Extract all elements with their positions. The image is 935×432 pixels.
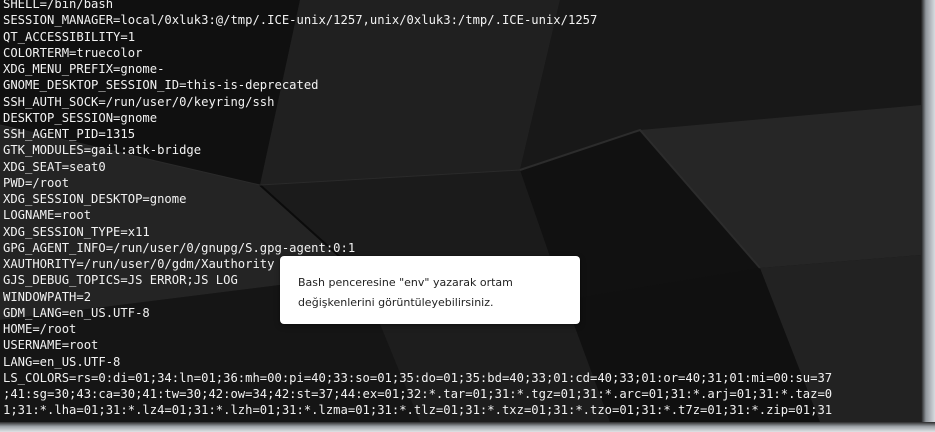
- instruction-tooltip: Bash penceresine "env" yazarak ortam değ…: [280, 256, 580, 324]
- env-output: SHELL=/bin/bash SESSION_MANAGER=local/0xl…: [3, 0, 832, 419]
- terminal-window[interactable]: SHELL=/bin/bash SESSION_MANAGER=local/0xl…: [0, 0, 921, 422]
- env-line: LANG=en_US.UTF-8: [3, 354, 121, 369]
- env-line: SSH_AUTH_SOCK=/run/user/0/keyring/ssh: [3, 94, 275, 109]
- env-line: XDG_SESSION_DESKTOP=gnome: [3, 192, 187, 206]
- window-edge-bottom: [0, 422, 935, 432]
- screen: SHELL=/bin/bash SESSION_MANAGER=local/0xl…: [0, 0, 935, 432]
- env-line: GTK_MODULES=gail:atk-bridge: [3, 143, 202, 158]
- env-line: DESKTOP_SESSION=gnome: [3, 110, 158, 125]
- env-line: GPG_AGENT_INFO=/run/user/0/gnupg/S.gpg-a…: [3, 240, 356, 255]
- env-line: XDG_SEAT=seat0: [3, 159, 106, 174]
- env-line: COLORTERM=truecolor: [3, 45, 143, 60]
- window-edge-right: [921, 0, 935, 432]
- env-line: SESSION_MANAGER=local/0xluk3:@/tmp/.ICE-…: [3, 13, 598, 28]
- env-line: LS_COLORS=rs=0:di=01;34:ln=01;36:mh=00:p…: [3, 370, 833, 385]
- env-line: ;41:sg=30;43:ca=30;41:tw=30;42:ow=34;42:…: [3, 387, 833, 401]
- env-line: XDG_MENU_PREFIX=gnome-: [3, 62, 165, 76]
- env-line: USERNAME=root: [3, 338, 99, 353]
- env-line: SHELL=/bin/bash: [3, 0, 114, 11]
- env-line: GNOME_DESKTOP_SESSION_ID=this-is-depreca…: [3, 78, 319, 93]
- env-line: SSH_AGENT_PID=1315: [3, 127, 136, 141]
- env-line: XDG_SESSION_TYPE=x11: [3, 224, 150, 239]
- tooltip-line-1: Bash penceresine "env" yazarak ortam: [298, 276, 513, 289]
- tooltip-line-2: değişkenlerini görüntüleyebilirsiniz.: [298, 296, 494, 309]
- env-line: 1;31:*.lha=01;31:*.lz4=01;31:*.lzh=01;31…: [3, 403, 833, 418]
- env-line: LOGNAME=root: [3, 208, 92, 223]
- env-line: QT_ACCESSIBILITY=1: [3, 29, 136, 44]
- env-line: PWD=/root: [3, 175, 70, 190]
